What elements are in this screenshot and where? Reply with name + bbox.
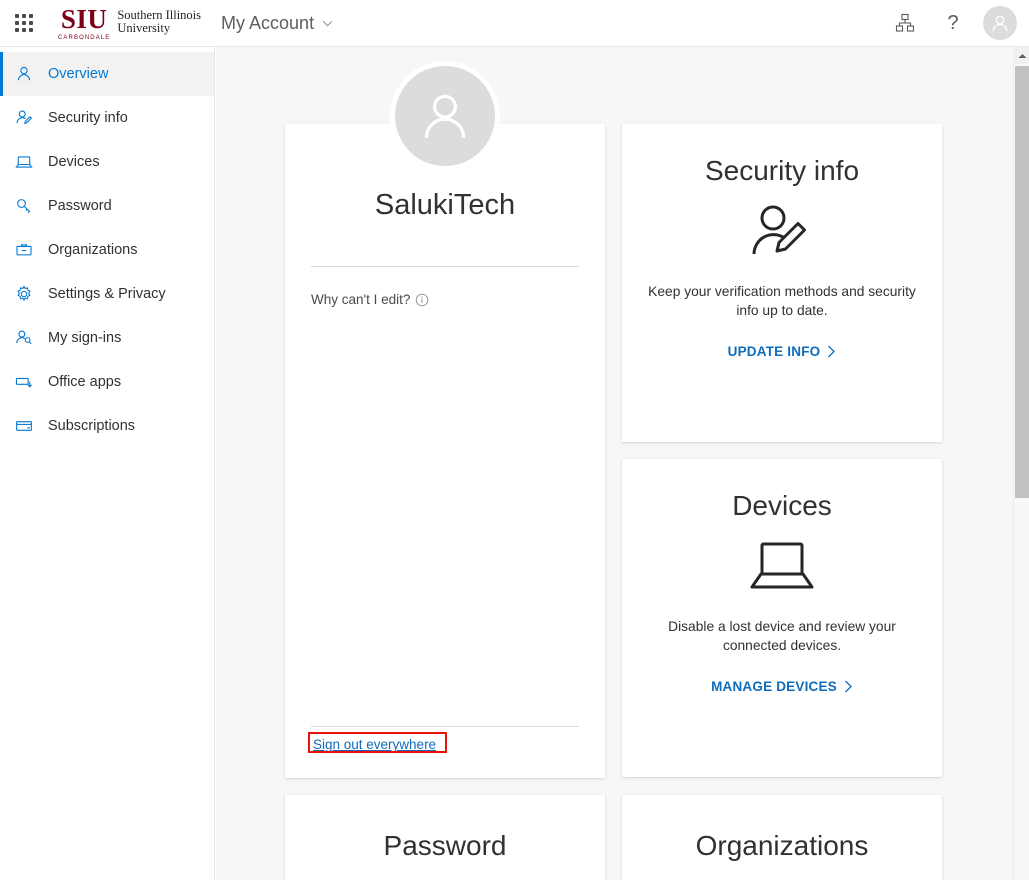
- avatar-circle: [395, 66, 495, 166]
- profile-name: SalukiTech: [374, 189, 516, 221]
- key-icon: [14, 196, 34, 216]
- laptop-icon: [750, 533, 814, 599]
- sidebar-item-password[interactable]: Password: [0, 184, 214, 228]
- my-account-label: My Account: [221, 12, 315, 33]
- page-root: SIU CARBONDALE Southern Illinois Univers…: [0, 0, 1029, 880]
- sidebar-item-my-sign-ins[interactable]: My sign-ins: [0, 316, 214, 360]
- my-account-menu[interactable]: My Account: [221, 13, 333, 34]
- card-title: Password: [383, 830, 507, 861]
- help-button[interactable]: ?: [929, 0, 977, 47]
- sidebar-item-label: Organizations: [48, 242, 138, 258]
- manage-devices-label: MANAGE DEVICES: [711, 679, 837, 694]
- info-icon: [416, 293, 429, 306]
- sidebar-item-subscriptions[interactable]: Subscriptions: [0, 404, 214, 448]
- password-card[interactable]: Password: [285, 795, 605, 880]
- cards-grid: SalukiTech Why can't I edit? Sign out ev…: [216, 47, 1013, 880]
- question-mark-icon: ?: [947, 12, 959, 34]
- chevron-right-icon: [828, 345, 836, 358]
- cards-row: SalukiTech Why can't I edit? Sign out ev…: [216, 61, 1013, 778]
- org-hierarchy-icon: [895, 13, 915, 32]
- why-cant-i-edit-link[interactable]: Why can't I edit?: [311, 292, 579, 307]
- update-info-label: UPDATE INFO: [727, 344, 821, 359]
- sign-out-everywhere-wrap: Sign out everywhere: [308, 732, 447, 754]
- scrollbar-thumb[interactable]: [1015, 66, 1029, 498]
- card-description: Keep your verification methods and secur…: [648, 284, 916, 318]
- sidebar-item-label: Password: [48, 198, 112, 214]
- siu-logo[interactable]: SIU CARBONDALE Southern Illinois Univers…: [54, 3, 208, 43]
- sidebar-item-label: Subscriptions: [48, 418, 136, 434]
- siu-logo-mark: SIU CARBONDALE: [58, 3, 111, 41]
- org-hierarchy-button[interactable]: [881, 0, 929, 47]
- main-scrollbar[interactable]: [1013, 47, 1029, 880]
- cards-row-partial: Password Organizations: [216, 795, 1013, 880]
- app-download-icon: [14, 372, 34, 392]
- sidebar-item-office-apps[interactable]: Office apps: [0, 360, 214, 404]
- security-info-card[interactable]: Security info Keep your verification met…: [622, 124, 942, 442]
- header-actions: ?: [881, 0, 1029, 47]
- sidebar-item-organizations[interactable]: Organizations: [0, 228, 214, 272]
- siu-logo-wordmark: Southern Illinois University: [117, 6, 201, 35]
- account-avatar-button[interactable]: [983, 6, 1017, 40]
- person-search-icon: [14, 328, 34, 348]
- organizations-card[interactable]: Organizations: [622, 795, 942, 880]
- update-info-link[interactable]: UPDATE INFO: [728, 344, 837, 359]
- why-cant-i-edit-label: Why can't I edit?: [311, 292, 411, 307]
- siu-logo-line2: University: [117, 20, 171, 35]
- card-title: Organizations: [695, 830, 869, 861]
- briefcase-icon: [14, 240, 34, 260]
- scroll-up-arrow-icon: [1018, 53, 1026, 58]
- user-avatar-icon: [992, 15, 1008, 32]
- sidebar-item-settings-privacy[interactable]: Settings & Privacy: [0, 272, 214, 316]
- profile-avatar: [390, 61, 500, 171]
- app-header: SIU CARBONDALE Southern Illinois Univers…: [0, 0, 1029, 47]
- sidebar-item-label: Security info: [48, 110, 128, 126]
- devices-card[interactable]: Devices Disable a lost device and review…: [622, 459, 942, 777]
- app-launcher-button[interactable]: [0, 0, 48, 47]
- chevron-down-icon: [322, 20, 333, 26]
- sidebar-item-overview[interactable]: Overview: [0, 52, 214, 96]
- profile-spacer: [311, 307, 579, 726]
- laptop-icon: [14, 152, 34, 172]
- profile-card: SalukiTech Why can't I edit? Sign out ev…: [285, 61, 605, 778]
- siu-logo-initials: SIU: [60, 3, 108, 34]
- profile-divider-bottom: [311, 726, 579, 727]
- sidebar-item-devices[interactable]: Devices: [0, 140, 214, 184]
- person-edit-icon: [14, 108, 34, 128]
- siu-logo-campus: CARBONDALE: [58, 34, 111, 41]
- sign-out-everywhere-link[interactable]: Sign out everywhere: [311, 736, 438, 753]
- gear-icon: [14, 284, 34, 304]
- sidebar-item-label: Settings & Privacy: [48, 286, 166, 302]
- chevron-right-icon: [844, 680, 852, 693]
- waffle-icon: [15, 14, 33, 32]
- sidebar-item-label: Devices: [48, 154, 100, 170]
- card-icon: [14, 416, 34, 436]
- sidebar-item-label: Office apps: [48, 374, 122, 390]
- profile-divider: [311, 266, 579, 267]
- manage-devices-link[interactable]: MANAGE DEVICES: [711, 679, 853, 694]
- sidebar-item-label: My sign-ins: [48, 330, 122, 346]
- sidebar-nav: Overview Security info Devices Password …: [0, 47, 215, 880]
- card-title: Devices: [732, 490, 832, 521]
- card-description: Disable a lost device and review your co…: [668, 619, 896, 653]
- cards-right-column: Security info Keep your verification met…: [622, 124, 942, 778]
- person-edit-icon: [751, 198, 813, 264]
- siu-logo-line1: Southern Illinois: [117, 7, 202, 22]
- sidebar-item-security-info[interactable]: Security info: [0, 96, 214, 140]
- card-title: Security info: [704, 155, 860, 186]
- person-icon: [14, 64, 34, 84]
- scroll-up-button[interactable]: [1014, 47, 1029, 64]
- sidebar-item-label: Overview: [48, 66, 109, 82]
- main-content: SalukiTech Why can't I edit? Sign out ev…: [216, 47, 1013, 880]
- user-avatar-icon: [424, 94, 466, 138]
